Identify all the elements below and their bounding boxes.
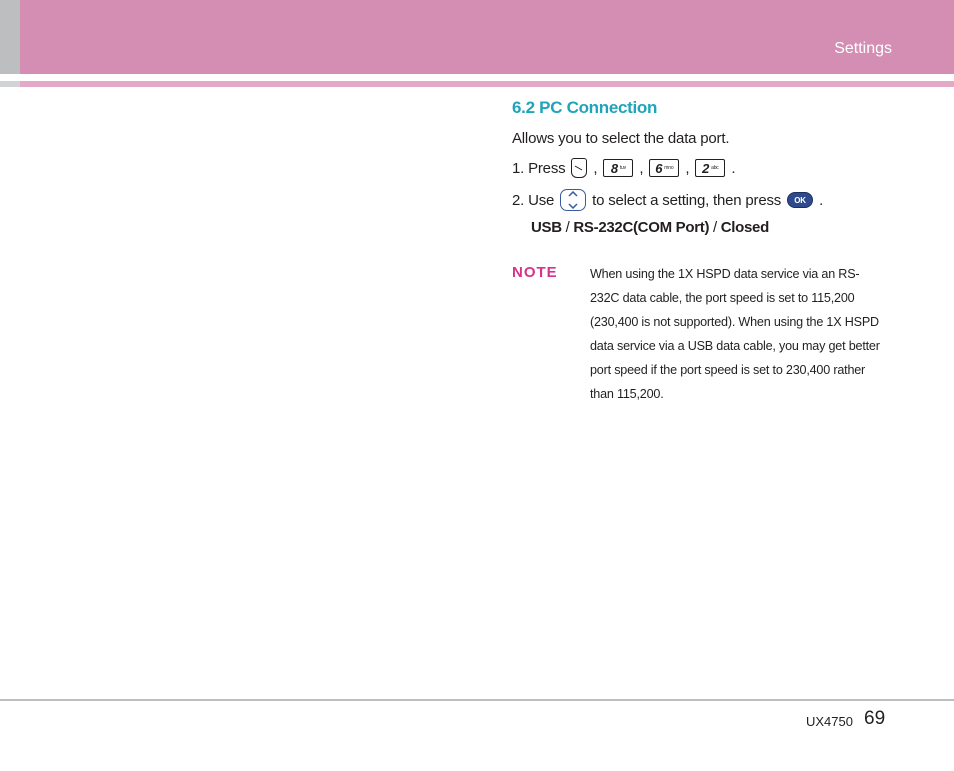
step-2-middle: to select a setting, then press <box>592 191 782 209</box>
option-sep-1: / <box>561 219 574 236</box>
header-gray-block <box>0 0 20 74</box>
key-8-number: 8 <box>610 160 618 176</box>
step-1-prefix: 1. Press <box>512 159 566 177</box>
page-number: 69 <box>864 708 886 729</box>
footer-divider <box>0 699 954 701</box>
header-divider-gray <box>0 81 20 87</box>
navigation-key-icon <box>560 189 587 211</box>
key-8-letters: tuv <box>619 165 626 171</box>
key-6-letters: mno <box>664 165 674 171</box>
option-usb: USB <box>531 219 562 236</box>
section-name: Settings <box>834 40 892 57</box>
note-text: When using the 1X HSPD data service via … <box>590 267 880 401</box>
send-key-icon <box>571 158 588 178</box>
step-1-sep-3: , <box>685 159 690 177</box>
step-2-prefix: 2. Use <box>512 191 555 209</box>
key-6-number: 6 <box>655 160 663 176</box>
step-2: 2. Use to select a setting, then press O… <box>512 189 823 211</box>
page-title: 6.2 PC Connection <box>512 98 658 117</box>
intro-text: Allows you to select the data port. <box>512 130 730 147</box>
setting-options: USB / RS-232C(COM Port) / Closed <box>531 219 769 236</box>
step-1-end: . <box>731 159 736 177</box>
ok-key-icon: OK <box>787 192 814 208</box>
key-2-icon: 2 abc <box>695 159 726 177</box>
note-label: NOTE <box>512 264 558 281</box>
key-2-number: 2 <box>702 160 710 176</box>
key-8-icon: 8 tuv <box>603 159 634 177</box>
option-sep-2: / <box>709 219 721 236</box>
step-1: 1. Press , 8 tuv , 6 mno , 2 abc . <box>512 158 735 178</box>
option-closed: Closed <box>720 219 770 236</box>
key-6-icon: 6 mno <box>649 159 680 177</box>
footer-model: UX4750 <box>806 714 853 729</box>
step-2-end: . <box>819 191 824 209</box>
option-rs232c: RS-232C(COM Port) <box>573 219 710 236</box>
header-bar <box>20 0 954 74</box>
step-1-sep-2: , <box>639 159 644 177</box>
step-1-sep-1: , <box>593 159 598 177</box>
header-divider-pink <box>20 81 954 87</box>
key-2-letters: abc <box>711 165 719 171</box>
